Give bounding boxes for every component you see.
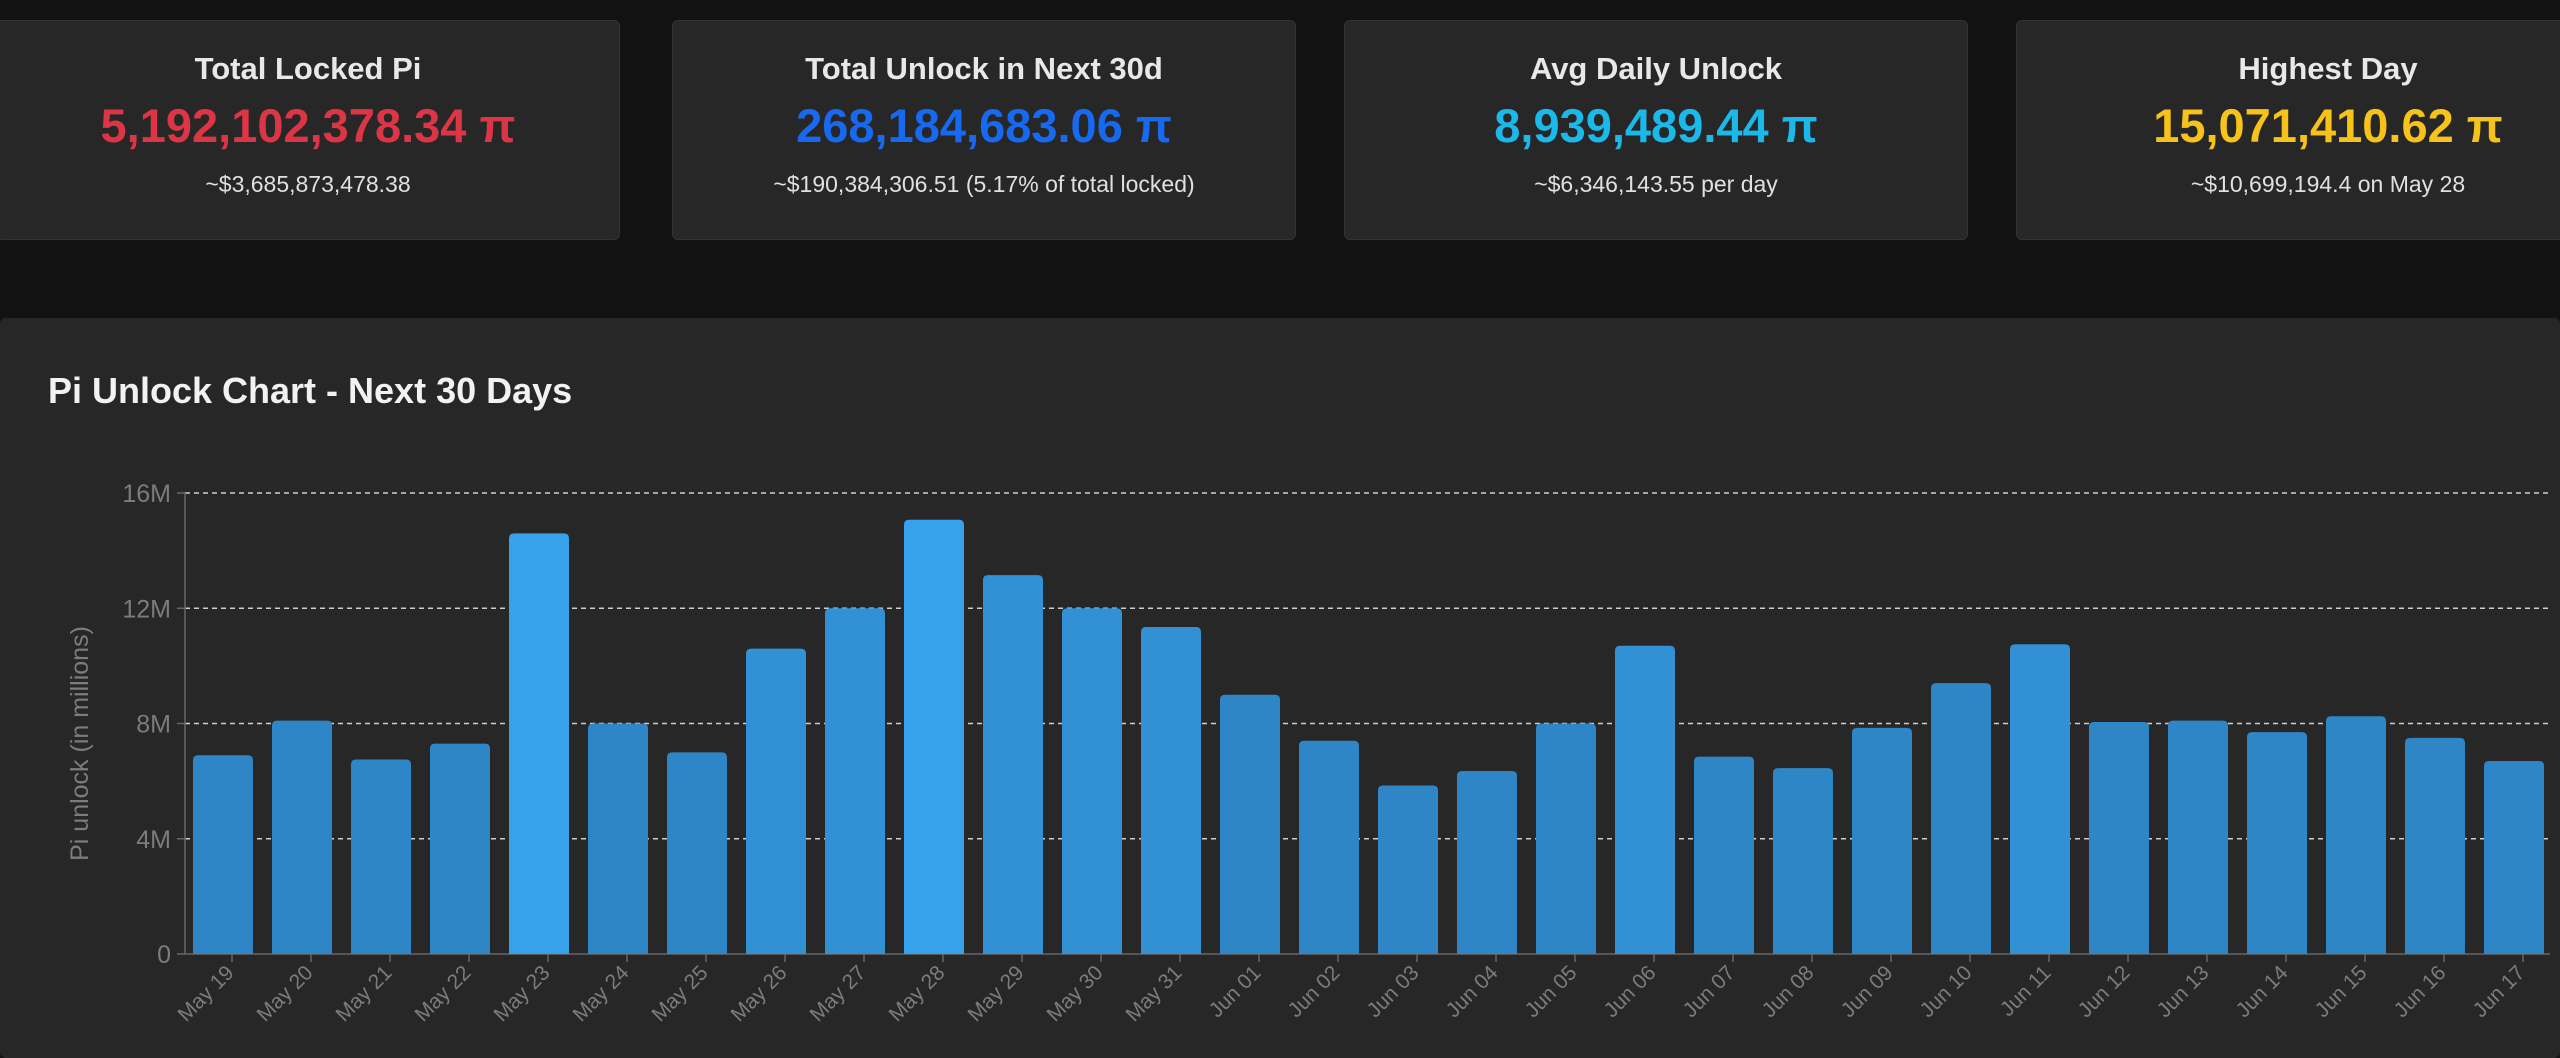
x-tick-label: Jun 08 [1758, 961, 1819, 1022]
x-tick-label: May 24 [569, 961, 634, 1026]
y-tick-label: 0 [157, 941, 171, 969]
bar[interactable] [2405, 737, 2465, 954]
card-subtext: ~$6,346,143.55 per day [1534, 171, 1778, 197]
bar[interactable] [509, 533, 569, 954]
x-tick-label: May 19 [174, 961, 239, 1026]
card-subtext: ~$3,685,873,478.38 [205, 171, 411, 197]
x-tick-label: Jun 04 [1442, 961, 1503, 1022]
x-tick-label: Jun 14 [2232, 961, 2293, 1022]
card-highest-day: Highest Day 15,071,410.62 π ~$10,699,194… [2016, 20, 2560, 240]
x-tick-label: Jun 10 [1916, 961, 1977, 1022]
x-tick-label: Jun 17 [2469, 961, 2530, 1022]
bar[interactable] [430, 743, 490, 954]
bar[interactable] [667, 752, 727, 954]
bar[interactable] [1773, 768, 1833, 954]
bar[interactable] [2326, 716, 2386, 954]
card-subtext: ~$190,384,306.51 (5.17% of total locked) [773, 171, 1195, 197]
y-tick-label: 12M [122, 595, 171, 623]
chart-panel: Pi Unlock Chart - Next 30 Days 0 4M 8M 12M 1… [0, 318, 2560, 1058]
x-tick-label: May 21 [332, 961, 397, 1026]
x-tick-label: Jun 03 [1363, 961, 1424, 1022]
card-subtext: ~$10,699,194.4 on May 28 [2190, 171, 2466, 197]
bar[interactable] [1615, 645, 1675, 954]
x-tick-label: Jun 01 [1205, 961, 1266, 1022]
unlock-bar-chart: 0 4M 8M 12M 16M Pi unlock (in millions) May 19… [66, 480, 2550, 1026]
x-tick-label: May 22 [411, 961, 476, 1026]
bar[interactable] [2089, 722, 2149, 954]
bar[interactable] [1931, 683, 1991, 954]
bar[interactable] [272, 720, 332, 954]
x-tick-label: Jun 12 [2074, 961, 2135, 1022]
x-tick-label: Jun 02 [1284, 961, 1345, 1022]
x-tick-label: Jun 07 [1679, 961, 1740, 1022]
x-tick-label: Jun 16 [2390, 961, 2451, 1022]
x-tick-label: May 23 [490, 961, 555, 1026]
x-tick-label: May 29 [964, 961, 1029, 1026]
x-tick-label: Jun 05 [1521, 961, 1582, 1022]
bar[interactable] [2484, 760, 2544, 954]
y-axis-title: Pi unlock (in millions) [66, 626, 94, 861]
bar[interactable] [351, 759, 411, 954]
y-tick-label: 4M [136, 826, 171, 854]
card-total-locked: Total Locked Pi 5,192,102,378.34 π ~$3,6… [0, 20, 620, 240]
card-title: Highest Day [2238, 51, 2418, 86]
bar[interactable] [2010, 644, 2070, 954]
x-tick-label: Jun 15 [2311, 961, 2372, 1022]
bar[interactable] [1378, 785, 1438, 954]
card-title: Total Unlock in Next 30d [805, 51, 1163, 86]
x-tick-label: Jun 09 [1837, 961, 1898, 1022]
bar[interactable] [1220, 694, 1280, 954]
bar[interactable] [1299, 740, 1359, 954]
x-tick-label: May 25 [648, 961, 713, 1026]
x-tick-label: May 31 [1122, 961, 1187, 1026]
x-tick-label: May 28 [885, 961, 950, 1026]
x-tick-label: May 27 [806, 961, 871, 1026]
bar[interactable] [1852, 727, 1912, 954]
x-tick-label: Jun 11 [1996, 961, 2056, 1021]
bar[interactable] [1062, 608, 1122, 954]
card-value: 268,184,683.06 π [796, 99, 1172, 152]
x-tick-label: Jun 06 [1600, 961, 1661, 1022]
bar[interactable] [825, 608, 885, 954]
card-value: 5,192,102,378.34 π [100, 99, 516, 152]
bar[interactable] [2168, 720, 2228, 954]
card-title: Avg Daily Unlock [1529, 51, 1783, 86]
y-tick-label: 16M [122, 480, 171, 508]
card-value: 8,939,489.44 π [1494, 99, 1818, 152]
bar[interactable] [1694, 756, 1754, 954]
card-value: 15,071,410.62 π [2153, 99, 2503, 152]
x-tick-label: May 30 [1043, 961, 1108, 1026]
bar[interactable] [588, 723, 648, 955]
x-tick-label: May 20 [253, 961, 318, 1026]
card-total-unlock-30d: Total Unlock in Next 30d 268,184,683.06 … [672, 20, 1296, 240]
x-tick-label: May 26 [727, 961, 792, 1026]
bar[interactable] [1536, 723, 1596, 955]
bar[interactable] [746, 648, 806, 954]
bar[interactable] [983, 575, 1043, 954]
summary-cards: Total Locked Pi 5,192,102,378.34 π ~$3,6… [0, 0, 2560, 260]
card-avg-daily-unlock: Avg Daily Unlock 8,939,489.44 π ~$6,346,… [1344, 20, 1968, 240]
bar[interactable] [193, 755, 253, 954]
card-title: Total Locked Pi [194, 51, 422, 86]
bar[interactable] [904, 519, 964, 954]
bar[interactable] [1457, 771, 1517, 954]
bar[interactable] [2247, 732, 2307, 954]
y-tick-label: 8M [136, 711, 171, 739]
x-tick-label: Jun 13 [2153, 961, 2214, 1022]
bar[interactable] [1141, 626, 1201, 954]
